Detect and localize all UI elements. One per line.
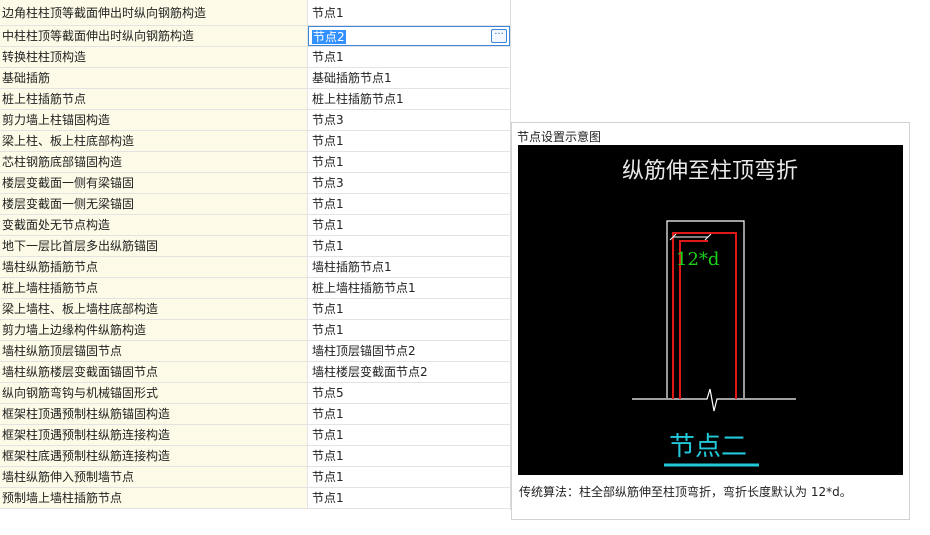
setting-name: 桩上柱插筋节点	[0, 89, 308, 109]
ellipsis-button[interactable]: ···	[491, 29, 507, 43]
setting-value[interactable]: 墙柱插筋节点1	[308, 257, 510, 277]
node-label: 节点二	[669, 432, 747, 462]
setting-value[interactable]: 节点1	[308, 236, 510, 256]
setting-name: 纵向钢筋弯钩与机械锚固形式	[0, 383, 308, 403]
setting-value[interactable]: 墙柱顶层锚固节点2	[308, 341, 510, 361]
setting-value[interactable]: 节点1	[308, 299, 510, 319]
setting-name: 芯柱钢筋底部锚固构造	[0, 152, 308, 172]
table-row[interactable]: 地下一层比首层多出纵筋锚固 节点1	[0, 236, 510, 257]
setting-name: 楼层变截面一侧有梁锚固	[0, 173, 308, 193]
table-row[interactable]: 剪力墙上边缘构件纵筋构造 节点1	[0, 320, 510, 341]
table-row[interactable]: 楼层变截面一侧有梁锚固 节点3	[0, 173, 510, 194]
setting-value[interactable]: 节点5	[308, 383, 510, 403]
setting-name: 墙柱纵筋楼层变截面锚固节点	[0, 362, 308, 382]
table-row[interactable]: 变截面处无节点构造 节点1	[0, 215, 510, 236]
setting-name: 楼层变截面一侧无梁锚固	[0, 194, 308, 214]
table-row[interactable]: 梁上柱、板上柱底部构造 节点1	[0, 131, 510, 152]
setting-name: 变截面处无节点构造	[0, 215, 308, 235]
setting-name: 地下一层比首层多出纵筋锚固	[0, 236, 308, 256]
table-row[interactable]: 基础插筋 基础插筋节点1	[0, 68, 510, 89]
setting-name: 桩上墙柱插筋节点	[0, 278, 308, 298]
table-row[interactable]: 墙柱纵筋伸入预制墙节点 节点1	[0, 467, 510, 488]
setting-name: 转换柱柱顶构造	[0, 47, 308, 67]
table-row[interactable]: 框架柱顶遇预制柱纵筋连接构造 节点1	[0, 425, 510, 446]
setting-name: 梁上柱、板上柱底部构造	[0, 131, 308, 151]
setting-value[interactable]: 节点1	[308, 215, 510, 235]
setting-value[interactable]: 桩上墙柱插筋节点1	[308, 278, 510, 298]
table-row[interactable]: 桩上墙柱插筋节点 桩上墙柱插筋节点1	[0, 278, 510, 299]
setting-value[interactable]: 节点1	[308, 446, 510, 466]
setting-value[interactable]: 节点3	[308, 173, 510, 193]
setting-name: 墙柱纵筋插筋节点	[0, 257, 308, 277]
setting-value[interactable]: 节点1	[308, 131, 510, 151]
setting-value[interactable]: 节点1	[308, 320, 510, 340]
node-diagram: 纵筋伸至柱顶弯折 12*d 节点二	[518, 145, 903, 475]
table-row[interactable]: 梁上墙柱、板上墙柱底部构造 节点1	[0, 299, 510, 320]
table-row[interactable]: 墙柱纵筋楼层变截面锚固节点 墙柱楼层变截面节点2	[0, 362, 510, 383]
table-row[interactable]: 边角柱柱顶等截面伸出时纵向钢筋构造 节点1	[0, 0, 510, 26]
setting-value[interactable]: 基础插筋节点1	[308, 68, 510, 88]
diagram-heading: 纵筋伸至柱顶弯折	[622, 159, 798, 184]
table-row[interactable]: 墙柱纵筋顶层锚固节点 墙柱顶层锚固节点2	[0, 341, 510, 362]
setting-name: 墙柱纵筋顶层锚固节点	[0, 341, 308, 361]
setting-name: 剪力墙上边缘构件纵筋构造	[0, 320, 308, 340]
setting-value[interactable]: 节点1	[308, 425, 510, 445]
table-row[interactable]: 芯柱钢筋底部锚固构造 节点1	[0, 152, 510, 173]
setting-name: 预制墙上墙柱插筋节点	[0, 488, 308, 508]
table-row[interactable]: 纵向钢筋弯钩与机械锚固形式 节点5	[0, 383, 510, 404]
setting-value[interactable]: 墙柱楼层变截面节点2	[308, 362, 510, 382]
setting-value[interactable]: 节点1	[308, 47, 510, 67]
table-row[interactable]: 剪力墙上柱锚固构造 节点3	[0, 110, 510, 131]
table-row[interactable]: 中柱柱顶等截面伸出时纵向钢筋构造 节点2 ···	[0, 26, 510, 47]
table-row[interactable]: 墙柱纵筋插筋节点 墙柱插筋节点1	[0, 257, 510, 278]
setting-name: 梁上墙柱、板上墙柱底部构造	[0, 299, 308, 319]
setting-value[interactable]: 节点1	[308, 467, 510, 487]
setting-value[interactable]: 节点1	[308, 404, 510, 424]
table-row[interactable]: 桩上柱插筋节点 桩上柱插筋节点1	[0, 89, 510, 110]
setting-value[interactable]: 节点2 ···	[308, 26, 510, 46]
table-row[interactable]: 框架柱顶遇预制柱纵筋锚固构造 节点1	[0, 404, 510, 425]
preview-title: 节点设置示意图	[517, 130, 602, 144]
table-row[interactable]: 转换柱柱顶构造 节点1	[0, 47, 510, 68]
setting-value[interactable]: 桩上柱插筋节点1	[308, 89, 510, 109]
node-diagram-svg: 纵筋伸至柱顶弯折 12*d 节点二	[518, 145, 903, 475]
setting-name: 框架柱顶遇预制柱纵筋连接构造	[0, 425, 308, 445]
setting-value[interactable]: 节点1	[308, 152, 510, 172]
preview-panel: 节点设置示意图 纵筋伸至柱顶弯折 12*d 节点二 传统算法：柱全部纵筋伸至柱顶…	[511, 122, 910, 520]
setting-value[interactable]: 节点1	[308, 194, 510, 214]
setting-value[interactable]: 节点1	[308, 488, 510, 508]
setting-name: 剪力墙上柱锚固构造	[0, 110, 308, 130]
setting-name: 框架柱顶遇预制柱纵筋锚固构造	[0, 404, 308, 424]
setting-name: 墙柱纵筋伸入预制墙节点	[0, 467, 308, 487]
table-row[interactable]: 楼层变截面一侧无梁锚固 节点1	[0, 194, 510, 215]
dimension-label: 12*d	[676, 249, 719, 270]
table-row[interactable]: 框架柱底遇预制柱纵筋连接构造 节点1	[0, 446, 510, 467]
setting-name: 中柱柱顶等截面伸出时纵向钢筋构造	[0, 26, 308, 46]
settings-table: 边角柱柱顶等截面伸出时纵向钢筋构造 节点1 中柱柱顶等截面伸出时纵向钢筋构造 节点2 ·…	[0, 0, 511, 510]
setting-name: 基础插筋	[0, 68, 308, 88]
setting-value-selected-text[interactable]: 节点2	[312, 30, 346, 44]
diagram-background	[518, 145, 903, 475]
setting-name: 边角柱柱顶等截面伸出时纵向钢筋构造	[0, 0, 308, 25]
setting-value[interactable]: 节点1	[308, 0, 510, 25]
setting-value[interactable]: 节点3	[308, 110, 510, 130]
table-row[interactable]: 预制墙上墙柱插筋节点 节点1	[0, 488, 510, 509]
setting-name: 框架柱底遇预制柱纵筋连接构造	[0, 446, 308, 466]
preview-description: 传统算法：柱全部纵筋伸至柱顶弯折，弯折长度默认为 12*d。	[519, 485, 852, 499]
